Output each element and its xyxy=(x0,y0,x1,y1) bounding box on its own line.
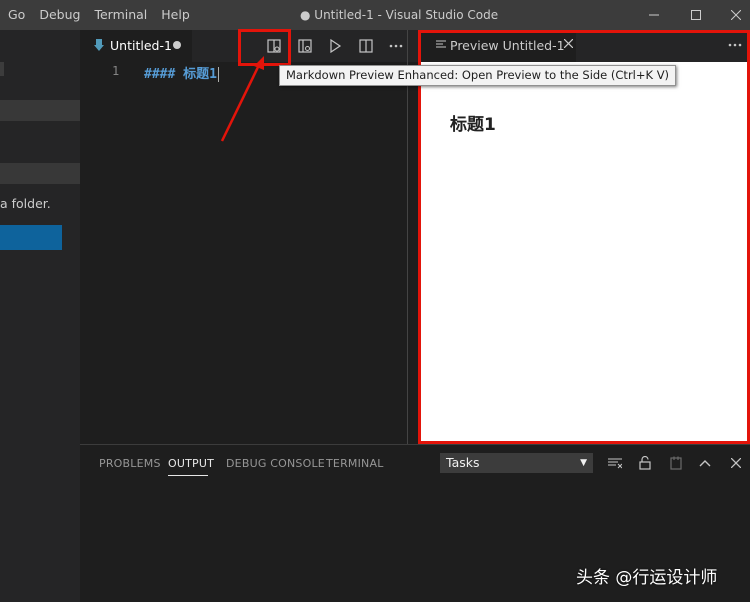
watermark: 头条 @行运设计师 xyxy=(576,568,718,588)
menu-terminal[interactable]: Terminal xyxy=(87,0,154,30)
clear-output-button[interactable] xyxy=(604,453,626,473)
tab-problems[interactable]: PROBLEMS xyxy=(99,457,161,470)
menu-debug[interactable]: Debug xyxy=(32,0,87,30)
highlight-box-preview-button xyxy=(238,29,291,66)
minimize-button[interactable] xyxy=(630,0,678,30)
unsaved-dot-icon[interactable] xyxy=(173,41,181,49)
clear-output-icon xyxy=(608,458,622,469)
tab-untitled-1[interactable]: Untitled-1 xyxy=(80,30,192,62)
output-channel-select[interactable]: Tasks ▼ xyxy=(440,453,593,473)
tab-debug-console[interactable]: DEBUG CONSOLE xyxy=(226,457,325,470)
tab-label: Untitled-1 xyxy=(110,38,172,53)
markdown-file-icon xyxy=(94,39,104,54)
caret-down-icon: ▼ xyxy=(580,458,587,468)
title-bar: Go Debug Terminal Help ● Untitled-1 - Vi… xyxy=(0,0,750,30)
tooltip: Markdown Preview Enhanced: Open Preview … xyxy=(279,65,677,86)
close-panel-button[interactable] xyxy=(725,453,747,473)
maximize-panel-button[interactable] xyxy=(694,453,716,473)
explorer-sidebar: a folder. xyxy=(0,30,80,602)
split-editor-icon xyxy=(359,39,373,53)
output-channel-value: Tasks xyxy=(446,455,480,470)
editor-area[interactable]: 1 #### 标题1 xyxy=(80,62,407,444)
active-tab-underline xyxy=(168,475,208,476)
tab-output[interactable]: OUTPUT xyxy=(168,457,214,470)
editor-group-sash[interactable] xyxy=(407,30,408,444)
tab-terminal[interactable]: TERMINAL xyxy=(326,457,384,470)
open-folder-button[interactable] xyxy=(0,225,62,250)
menu-go[interactable]: Go xyxy=(0,0,32,30)
preview-icon xyxy=(298,39,312,53)
sidebar-message: a folder. xyxy=(0,196,51,211)
line-number: 1 xyxy=(112,64,120,78)
close-icon xyxy=(731,458,741,468)
document-icon xyxy=(670,456,682,470)
menu-help[interactable]: Help xyxy=(154,0,197,30)
lock-scroll-button[interactable] xyxy=(634,453,656,473)
unlock-icon xyxy=(639,456,651,470)
run-button[interactable] xyxy=(322,30,348,62)
highlight-box-preview-pane xyxy=(418,30,750,444)
chevron-up-icon xyxy=(699,460,711,467)
more-actions-button[interactable] xyxy=(383,30,409,62)
code-line[interactable]: #### 标题1 xyxy=(144,63,219,82)
window-title: ● Untitled-1 - Visual Studio Code xyxy=(300,8,499,22)
open-preview-button[interactable] xyxy=(292,30,318,62)
ellipsis-icon xyxy=(389,44,403,48)
open-log-button[interactable] xyxy=(665,453,687,473)
play-icon xyxy=(330,39,342,53)
sidebar-section-header[interactable] xyxy=(0,163,80,184)
menu-bar: Go Debug Terminal Help xyxy=(0,0,197,30)
code-text: #### 标题1 xyxy=(144,67,217,82)
text-cursor xyxy=(217,67,219,82)
sidebar-section-header[interactable] xyxy=(0,100,80,121)
close-window-button[interactable] xyxy=(712,0,750,30)
sidebar-input-edge[interactable] xyxy=(0,62,4,76)
maximize-icon xyxy=(691,10,701,20)
close-icon xyxy=(730,9,742,21)
minimize-icon xyxy=(649,14,659,16)
split-editor-button[interactable] xyxy=(353,30,379,62)
